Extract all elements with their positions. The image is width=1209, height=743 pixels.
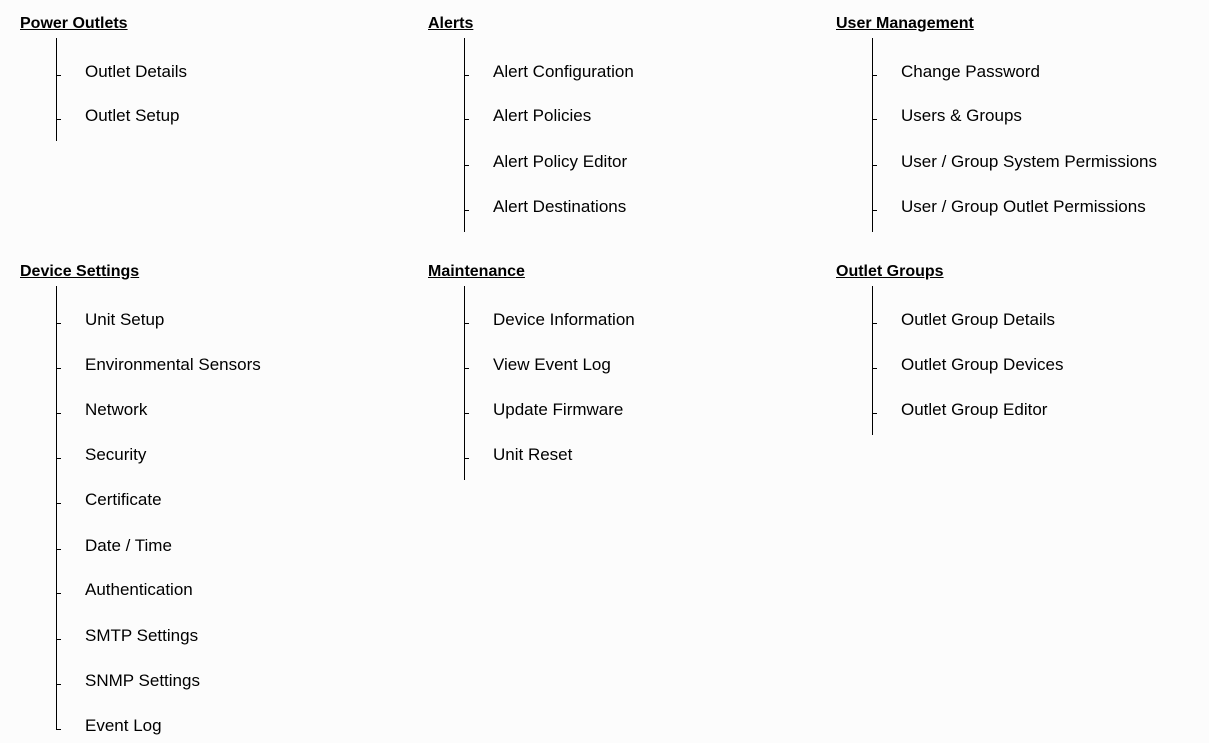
- tree-item-outlet-group-details: Outlet Group Details: [836, 310, 1196, 330]
- tree-tick: [56, 323, 61, 324]
- link-outlet-permissions[interactable]: User / Group Outlet Permissions: [901, 197, 1146, 217]
- tree-tick: [872, 119, 877, 120]
- tree-tick: [872, 210, 877, 211]
- section-title-maintenance[interactable]: Maintenance: [428, 262, 525, 282]
- section-maintenance: Maintenance Device Information View Even…: [428, 262, 808, 480]
- link-device-information[interactable]: Device Information: [493, 310, 635, 330]
- link-change-password[interactable]: Change Password: [901, 62, 1040, 82]
- section-alerts: Alerts Alert Configuration Alert Policie…: [428, 14, 808, 232]
- tree-tick: [464, 323, 469, 324]
- link-alert-policy-editor[interactable]: Alert Policy Editor: [493, 152, 627, 172]
- tree-tick: [56, 639, 61, 640]
- site-map-page: { "sections": { "power_outlets": { "titl…: [0, 0, 1209, 743]
- tree-item-alert-policies: Alert Policies: [428, 106, 788, 126]
- link-unit-setup[interactable]: Unit Setup: [85, 310, 164, 330]
- tree-item-network: Network: [20, 400, 380, 420]
- tree-item-event-log: Event Log: [20, 716, 380, 736]
- tree-tick: [56, 368, 61, 369]
- link-view-event-log[interactable]: View Event Log: [493, 355, 611, 375]
- tree-tick: [464, 165, 469, 166]
- tree-item-outlet-setup: Outlet Setup: [20, 106, 380, 126]
- tree-tick: [56, 119, 61, 120]
- tree-item-update-firmware: Update Firmware: [428, 400, 788, 420]
- tree-item-authentication: Authentication: [20, 580, 380, 600]
- link-authentication[interactable]: Authentication: [85, 580, 193, 600]
- link-alert-configuration[interactable]: Alert Configuration: [493, 62, 634, 82]
- tree-tick: [464, 413, 469, 414]
- section-power-outlets: Power Outlets Outlet Details Outlet Setu…: [20, 14, 400, 144]
- tree-item-alert-configuration: Alert Configuration: [428, 62, 788, 82]
- tree-item-outlet-permissions: User / Group Outlet Permissions: [836, 197, 1196, 217]
- tree-tick: [56, 458, 61, 459]
- section-user-management: User Management Change Password Users & …: [836, 14, 1206, 232]
- link-network[interactable]: Network: [85, 400, 147, 420]
- section-title-alerts[interactable]: Alerts: [428, 14, 473, 34]
- link-outlet-group-details[interactable]: Outlet Group Details: [901, 310, 1055, 330]
- link-outlet-setup[interactable]: Outlet Setup: [85, 106, 180, 126]
- link-users-groups[interactable]: Users & Groups: [901, 106, 1022, 126]
- section-device-settings: Device Settings Unit Setup Environmental…: [20, 262, 400, 740]
- tree-item-snmp-settings: SNMP Settings: [20, 671, 380, 691]
- tree-item-smtp-settings: SMTP Settings: [20, 626, 380, 646]
- tree-item-unit-reset: Unit Reset: [428, 445, 788, 465]
- tree-tick: [872, 413, 877, 414]
- tree-tick: [464, 458, 469, 459]
- tree-item-certificate: Certificate: [20, 490, 380, 510]
- section-title-power-outlets[interactable]: Power Outlets: [20, 14, 128, 34]
- tree-item-device-information: Device Information: [428, 310, 788, 330]
- tree-tick: [464, 119, 469, 120]
- tree-item-system-permissions: User / Group System Permissions: [836, 152, 1196, 172]
- tree-item-outlet-group-devices: Outlet Group Devices: [836, 355, 1196, 375]
- tree-item-change-password: Change Password: [836, 62, 1196, 82]
- tree-item-alert-destinations: Alert Destinations: [428, 197, 788, 217]
- tree-tick: [56, 503, 61, 504]
- section-title-device-settings[interactable]: Device Settings: [20, 262, 139, 282]
- tree-item-environmental-sensors: Environmental Sensors: [20, 355, 380, 375]
- link-outlet-group-editor[interactable]: Outlet Group Editor: [901, 400, 1047, 420]
- link-event-log[interactable]: Event Log: [85, 716, 162, 736]
- tree-tick: [464, 210, 469, 211]
- link-update-firmware[interactable]: Update Firmware: [493, 400, 623, 420]
- tree-item-security: Security: [20, 445, 380, 465]
- link-outlet-details[interactable]: Outlet Details: [85, 62, 187, 82]
- link-alert-policies[interactable]: Alert Policies: [493, 106, 591, 126]
- tree-tick: [872, 323, 877, 324]
- link-unit-reset[interactable]: Unit Reset: [493, 445, 572, 465]
- tree-item-view-event-log: View Event Log: [428, 355, 788, 375]
- tree-tick: [464, 368, 469, 369]
- tree-item-users-groups: Users & Groups: [836, 106, 1196, 126]
- link-smtp-settings[interactable]: SMTP Settings: [85, 626, 198, 646]
- link-outlet-group-devices[interactable]: Outlet Group Devices: [901, 355, 1064, 375]
- tree-tick: [872, 368, 877, 369]
- tree-item-unit-setup: Unit Setup: [20, 310, 380, 330]
- tree-tick: [56, 593, 61, 594]
- tree-item-outlet-details: Outlet Details: [20, 62, 380, 82]
- tree-tick: [56, 549, 61, 550]
- tree-tick: [56, 75, 61, 76]
- tree-tick: [464, 75, 469, 76]
- tree-item-alert-policy-editor: Alert Policy Editor: [428, 152, 788, 172]
- tree-tick: [56, 729, 61, 730]
- link-security[interactable]: Security: [85, 445, 146, 465]
- link-environmental-sensors[interactable]: Environmental Sensors: [85, 355, 261, 375]
- tree-item-date-time: Date / Time: [20, 536, 380, 556]
- tree-tick: [56, 684, 61, 685]
- tree-tick: [872, 75, 877, 76]
- link-snmp-settings[interactable]: SNMP Settings: [85, 671, 200, 691]
- section-title-outlet-groups[interactable]: Outlet Groups: [836, 262, 944, 282]
- link-date-time[interactable]: Date / Time: [85, 536, 172, 556]
- tree-tick: [872, 165, 877, 166]
- link-alert-destinations[interactable]: Alert Destinations: [493, 197, 626, 217]
- tree-item-outlet-group-editor: Outlet Group Editor: [836, 400, 1196, 420]
- tree-tick: [56, 413, 61, 414]
- section-outlet-groups: Outlet Groups Outlet Group Details Outle…: [836, 262, 1206, 435]
- link-system-permissions[interactable]: User / Group System Permissions: [901, 152, 1157, 172]
- section-title-user-management[interactable]: User Management: [836, 14, 974, 34]
- link-certificate[interactable]: Certificate: [85, 490, 162, 510]
